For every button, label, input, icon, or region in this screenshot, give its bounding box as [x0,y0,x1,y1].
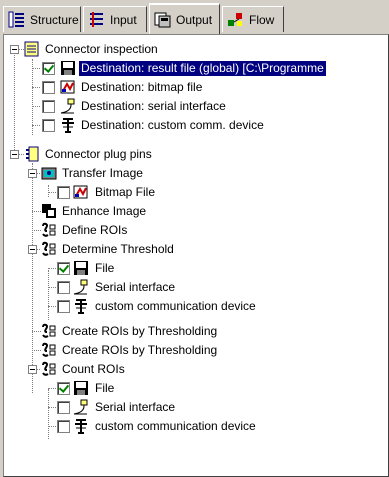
floppy-disk-icon [74,381,88,395]
tree-label: custom communication device [95,419,256,433]
tree-node-plug-pins[interactable]: Connector plug pins [4,145,388,164]
checkbox[interactable] [57,401,70,414]
tree-node-cr-serial[interactable]: Serial interface [4,398,388,417]
roi-icon [42,241,56,256]
output-tree[interactable]: Connector inspection Destination: result… [3,34,389,477]
enhance-icon [42,204,56,218]
tab-input-label: Input [110,12,137,27]
tree-label: Destination: bitmap file [81,80,203,94]
custom-device-icon [75,299,87,314]
tree-node-bitmap-file[interactable]: Bitmap File [4,183,388,202]
roi-icon [42,361,56,376]
roi-icon [42,323,56,338]
tree-node-dest-custom[interactable]: Destination: custom comm. device [4,116,388,135]
tree-label: Bitmap File [95,185,156,199]
tab-structure-label: Structure [30,12,79,27]
checkbox[interactable] [57,262,70,275]
tree-label: Destination: custom comm. device [81,118,264,132]
collapse-toggle[interactable] [28,365,37,374]
tree-label: Determine Threshold [62,242,174,256]
custom-device-icon [62,118,74,133]
tab-flow-label: Flow [249,12,275,27]
tree-label: Create ROIs by Thresholding [62,324,218,338]
collapse-toggle[interactable] [28,169,37,178]
tree-node-define-rois[interactable]: Define ROIs [4,221,388,240]
tree-label: Destination: result file (global) [C:\Pr… [78,60,327,77]
checkbox[interactable] [42,100,55,113]
checkbox[interactable] [57,300,70,313]
tree-label: Destination: serial interface [81,99,226,113]
tab-output-label: Output [176,12,213,27]
tree-node-dt-file[interactable]: File [4,259,388,278]
serial-cable-icon [73,399,88,415]
tree-node-cr-file[interactable]: File [4,379,388,398]
collapse-toggle[interactable] [10,45,19,54]
serial-cable-icon [73,279,88,295]
tree-node-create-rois-2[interactable]: Create ROIs by Thresholding [4,341,388,360]
tree-node-dest-serial[interactable]: Destination: serial interface [4,97,388,116]
tree-label: Serial interface [95,280,176,294]
tree-label: Connector inspection [45,42,158,56]
tab-output[interactable]: Output [149,3,220,34]
tree-label: Connector plug pins [45,147,152,161]
custom-device-icon [75,419,87,434]
output-icon [154,11,171,28]
roi-icon [42,222,56,237]
tree-node-cr-custom[interactable]: custom communication device [4,417,388,436]
plug-pins-icon [26,146,39,162]
bitmap-icon [73,185,88,199]
tree-node-count-rois[interactable]: Count ROIs [4,360,388,379]
structure-icon [8,11,25,28]
checkbox[interactable] [42,119,55,132]
tree-node-determine-threshold[interactable]: Determine Threshold [4,240,388,259]
serial-cable-icon [60,98,75,114]
checkbox[interactable] [57,186,70,199]
checkbox[interactable] [57,281,70,294]
tree-label: File [95,261,115,275]
tree-label: Serial interface [95,400,176,414]
bitmap-icon [60,80,75,94]
tab-structure[interactable]: Structure [3,6,81,32]
flow-icon [227,11,244,28]
tree-node-transfer-image[interactable]: Transfer Image [4,164,388,183]
inspection-icon [24,41,39,57]
tree-node-dt-serial[interactable]: Serial interface [4,278,388,297]
checkbox[interactable] [42,81,55,94]
tree-label: Define ROIs [62,223,128,237]
collapse-toggle[interactable] [28,245,37,254]
floppy-disk-icon [74,261,88,275]
checkbox[interactable] [57,420,70,433]
camera-icon [41,167,57,180]
tree-node-dest-file[interactable]: Destination: result file (global) [C:\Pr… [4,59,388,78]
checkbox[interactable] [42,62,55,75]
tree-node-connector-inspection[interactable]: Connector inspection [4,40,388,59]
tree-node-enhance-image[interactable]: Enhance Image [4,202,388,221]
tab-bar: Structure Input Output Flow [0,0,389,34]
tree-label: Count ROIs [62,362,125,376]
roi-icon [42,342,56,357]
tab-flow[interactable]: Flow [222,6,284,32]
tree-label: File [95,381,115,395]
checkbox[interactable] [57,382,70,395]
tree-label: custom communication device [95,299,256,313]
input-icon [88,11,105,28]
tree-node-dest-bitmap[interactable]: Destination: bitmap file [4,78,388,97]
tree-label: Transfer Image [62,166,143,180]
tab-input[interactable]: Input [83,6,147,32]
collapse-toggle[interactable] [10,150,19,159]
floppy-disk-icon [61,61,75,75]
tree-node-create-rois-1[interactable]: Create ROIs by Thresholding [4,322,388,341]
tree-node-dt-custom[interactable]: custom communication device [4,297,388,316]
tree-label: Enhance Image [62,204,147,218]
tree-label: Create ROIs by Thresholding [62,343,218,357]
